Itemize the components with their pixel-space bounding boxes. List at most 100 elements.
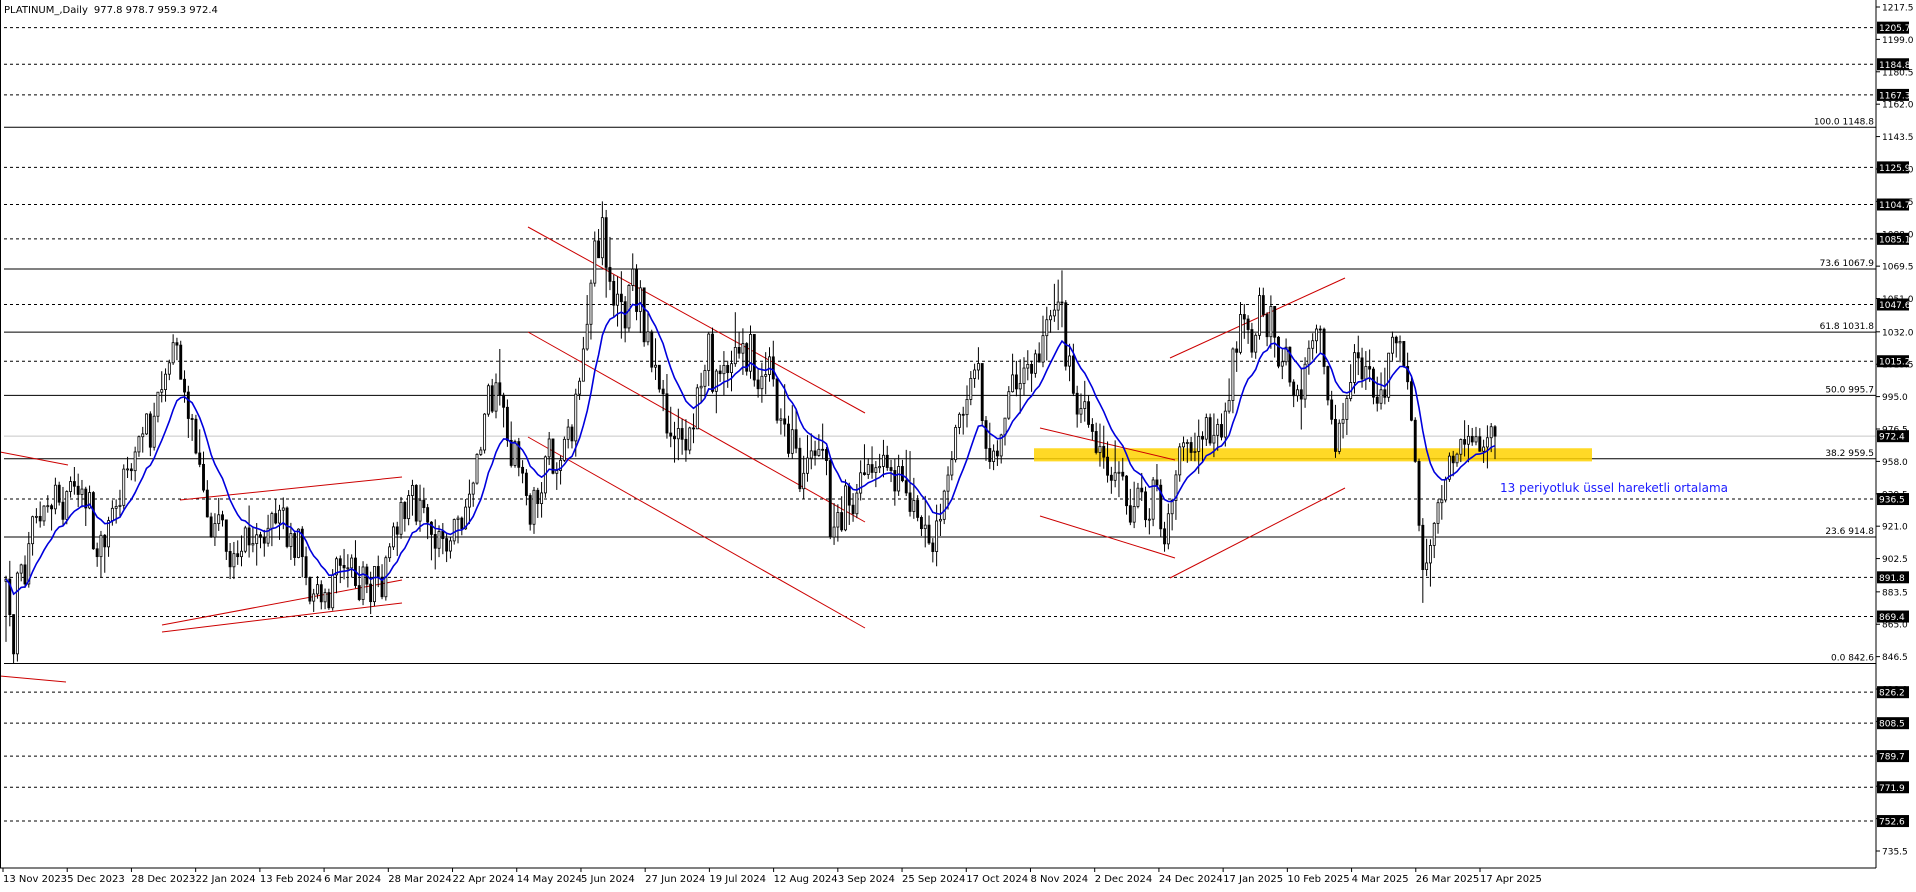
candle-body bbox=[1372, 368, 1375, 398]
candle-body bbox=[126, 468, 129, 471]
chart-svg: 100.0 1148.8 73.6 1067.9 61.8 1031.8 50.0 9… bbox=[0, 0, 1916, 888]
candle-body bbox=[61, 501, 65, 520]
candle-body bbox=[737, 347, 741, 354]
candle-body bbox=[752, 334, 756, 381]
candle-body bbox=[342, 565, 346, 569]
candle-body bbox=[832, 526, 836, 538]
candle-body bbox=[1417, 460, 1421, 526]
price-chart: 100.0 1148.8 73.6 1067.9 61.8 1031.8 50.0 9… bbox=[0, 0, 1916, 888]
candle-body bbox=[251, 543, 255, 546]
y-tick-label: 1217.5 bbox=[1882, 4, 1914, 14]
candle-body bbox=[1087, 401, 1091, 425]
candle-body bbox=[1189, 442, 1193, 453]
fib-label: 100.0 1148.8 bbox=[1814, 117, 1874, 127]
candle-body bbox=[23, 564, 27, 585]
candle-body bbox=[429, 521, 433, 535]
y-tick-label: 958.0 bbox=[1882, 458, 1908, 468]
level-label: 1184.8 bbox=[1879, 61, 1911, 71]
support-zone bbox=[1034, 448, 1592, 462]
candle-body bbox=[673, 435, 676, 440]
candle-body bbox=[114, 505, 118, 509]
candle-body bbox=[1178, 446, 1182, 476]
candle-body bbox=[699, 385, 703, 389]
candle-body bbox=[350, 557, 354, 569]
candle-body bbox=[570, 426, 574, 442]
candle-body bbox=[118, 504, 122, 507]
candle-body bbox=[399, 501, 403, 535]
candle-body bbox=[137, 436, 141, 453]
candle-body bbox=[726, 365, 730, 374]
level-label: 972.4 bbox=[1879, 433, 1905, 443]
candle-body bbox=[502, 394, 506, 408]
candle-body bbox=[38, 515, 42, 522]
candle-body bbox=[141, 433, 145, 438]
candle-body bbox=[1231, 348, 1235, 401]
y-tick-label: 1069.5 bbox=[1882, 263, 1914, 273]
candle-body bbox=[847, 485, 851, 506]
candle-body bbox=[1064, 302, 1068, 367]
candle-body bbox=[1322, 328, 1326, 367]
candle-body bbox=[566, 426, 570, 440]
candle-body bbox=[338, 558, 342, 566]
candle-body bbox=[228, 550, 232, 568]
candle-body bbox=[308, 577, 312, 602]
x-tick-label: 17 Apr 2025 bbox=[1480, 874, 1542, 885]
candle-body bbox=[836, 512, 840, 528]
candle-body bbox=[179, 344, 183, 380]
fib-label: 61.8 1031.8 bbox=[1820, 322, 1875, 332]
candle-body bbox=[171, 342, 175, 364]
candle-body bbox=[817, 448, 821, 456]
candle-body bbox=[1170, 500, 1174, 515]
candle-body bbox=[183, 378, 186, 393]
candle-body bbox=[145, 413, 148, 435]
candle-body bbox=[1428, 545, 1432, 564]
candle-body bbox=[1227, 400, 1231, 412]
candle-body bbox=[1235, 348, 1239, 353]
candle-body bbox=[369, 583, 373, 603]
candle-body bbox=[821, 448, 825, 451]
candle-body bbox=[110, 507, 114, 521]
candle-body bbox=[1451, 455, 1455, 464]
candle-body bbox=[646, 331, 650, 343]
candle-body bbox=[486, 385, 490, 415]
candle-body bbox=[456, 517, 460, 520]
candle-body bbox=[346, 567, 350, 570]
candle-body bbox=[1341, 418, 1345, 424]
candle-body bbox=[467, 493, 471, 508]
candle-body bbox=[1425, 562, 1429, 571]
candle-body bbox=[1193, 451, 1197, 453]
candle-body bbox=[688, 427, 692, 451]
candle-body bbox=[232, 553, 236, 568]
candle-body bbox=[152, 415, 156, 448]
candle-body bbox=[133, 451, 137, 472]
candle-body bbox=[1041, 335, 1045, 363]
candle-body bbox=[297, 528, 300, 558]
x-tick-label: 10 Feb 2025 bbox=[1287, 874, 1349, 885]
candle-body bbox=[938, 518, 942, 522]
candle-body bbox=[410, 484, 414, 496]
candle-body bbox=[1147, 518, 1151, 521]
x-tick-label: 25 Sep 2024 bbox=[902, 874, 965, 885]
candle-body bbox=[46, 505, 50, 508]
x-tick-label: 19 Jul 2024 bbox=[709, 874, 766, 885]
candle-body bbox=[1128, 505, 1132, 523]
candle-body bbox=[194, 418, 198, 454]
candle-body bbox=[1258, 295, 1261, 336]
candle-body bbox=[608, 266, 612, 282]
candle-body bbox=[650, 331, 654, 368]
candle-body bbox=[483, 413, 487, 451]
fib-label: 50.0 995.7 bbox=[1825, 385, 1874, 395]
candle-body bbox=[885, 454, 889, 468]
level-label: 1125.9 bbox=[1879, 164, 1911, 174]
candle-body bbox=[756, 379, 760, 390]
y-tick-label: 883.5 bbox=[1882, 588, 1908, 598]
x-tick-label: 22 Jan 2024 bbox=[196, 874, 256, 885]
candle-body bbox=[437, 531, 441, 549]
candle-body bbox=[900, 466, 904, 482]
candle-body bbox=[562, 438, 566, 461]
candle-body bbox=[790, 429, 794, 454]
candle-body bbox=[1436, 502, 1440, 524]
candle-body bbox=[190, 418, 194, 420]
candle-body bbox=[1223, 410, 1227, 438]
candle-body bbox=[718, 370, 722, 375]
